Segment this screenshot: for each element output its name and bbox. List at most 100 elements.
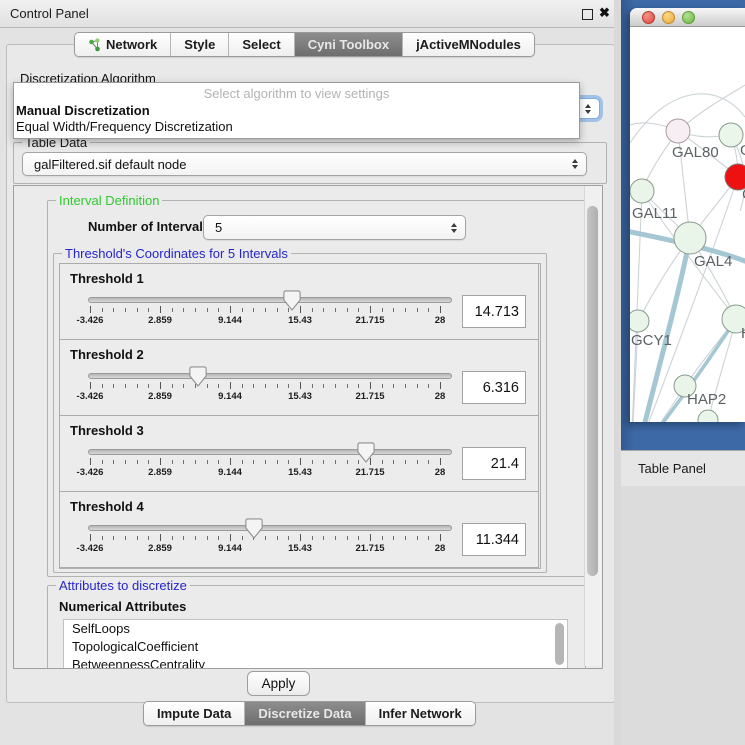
node-label: HAP2 (687, 391, 726, 408)
slider-track[interactable] (88, 449, 452, 455)
tab-discretize-data[interactable]: Discretize Data (245, 702, 365, 725)
combo-arrows-icon (585, 104, 591, 114)
slider-tick (218, 384, 219, 388)
network-node[interactable] (630, 179, 654, 203)
zoom-traffic-light-icon[interactable] (682, 11, 695, 24)
slider-handle[interactable] (189, 366, 207, 387)
slider-tick (277, 308, 278, 312)
slider-tick-label: 2.859 (138, 315, 182, 326)
tab-jactivemnodules[interactable]: jActiveMNodules (403, 33, 534, 56)
slider-tick-label: 15.43 (278, 391, 322, 402)
control-panel-tabbar: NetworkStyleSelectCyni Toolbox jActiveMNo… (74, 32, 535, 57)
panel-split-divider[interactable] (614, 0, 621, 745)
network-canvas[interactable]: GAL80GCGAL11GAL4GCY1HHAP2 (630, 27, 745, 422)
slider-tick (207, 460, 208, 464)
slider-tick (265, 536, 266, 540)
threshold-row: Threshold 3-3.4262.8599.14415.4321.71528… (59, 415, 539, 492)
cyni-mode-tabbar: Impute Data Discretize DataInfer Network (143, 701, 476, 726)
table-panel-body: ✓ ✓ shared...na YDL19...YDL1YDR27...YDR2… (621, 486, 745, 745)
slider-tick (265, 460, 266, 464)
slider-tick (335, 536, 336, 540)
slider-tick (113, 308, 114, 312)
slider-tick (172, 384, 173, 388)
threshold-value-input[interactable]: 6.316 (462, 371, 526, 404)
slider-tick (428, 536, 429, 540)
slider-track[interactable] (88, 297, 452, 303)
slider-tick-label: -3.426 (68, 391, 112, 402)
slider-tick (148, 384, 149, 388)
node-label: GAL80 (672, 144, 719, 161)
slider-tick (393, 460, 394, 464)
algorithm-placeholder-option[interactable]: Select algorithm to view settings (14, 86, 579, 101)
threshold-rows-container: Threshold 1-3.4262.8599.14415.4321.71528… (59, 263, 541, 569)
slider-tick (242, 384, 243, 388)
network-edge[interactable] (631, 191, 642, 422)
attribute-list-item[interactable]: BetweennessCentrality (64, 656, 567, 669)
tab-infer-network[interactable]: Infer Network (366, 702, 475, 725)
slider-tick (393, 536, 394, 540)
tab-network[interactable]: Network (75, 33, 171, 56)
attribute-list-item[interactable]: SelfLoops (64, 620, 567, 638)
slider-track[interactable] (88, 373, 452, 379)
network-node[interactable] (674, 222, 706, 254)
slider-tick-label: -3.426 (68, 315, 112, 326)
numerical-attributes-list: SelfLoopsTopologicalCoefficientBetweenne… (63, 619, 568, 669)
table-panel-titlebar: Table Panel (621, 450, 745, 487)
numerical-attributes-label: Numerical Attributes (59, 599, 186, 614)
slider-tick (288, 384, 289, 388)
table-data-combo[interactable]: galFiltered.sif default node (22, 152, 587, 176)
slider-handle[interactable] (245, 518, 263, 539)
slider-tick (440, 382, 441, 389)
threshold-value-input[interactable]: 14.713 (462, 295, 526, 328)
slider-tick (393, 384, 394, 388)
slider-tick (405, 460, 406, 464)
slider-tick (207, 536, 208, 540)
slider-track[interactable] (88, 525, 452, 531)
algorithm-option[interactable]: Equal Width/Frequency Discretization (16, 119, 233, 134)
close-traffic-light-icon[interactable] (642, 11, 655, 24)
tab-label: jActiveMNodules (416, 37, 521, 52)
network-view-window: GAL80GCGAL11GAL4GCY1HHAP2 (630, 8, 745, 422)
slider-tick (230, 382, 231, 389)
slider-tick (230, 534, 231, 541)
slider-tick (417, 384, 418, 388)
number-of-intervals-combo[interactable]: 5 (203, 215, 466, 240)
tab-label: Impute Data (157, 706, 231, 721)
threshold-value-input[interactable]: 21.4 (462, 447, 526, 480)
tab-style[interactable]: Style (171, 33, 229, 56)
tab-cyni-toolbox[interactable]: Cyni Toolbox (295, 33, 403, 56)
network-node[interactable] (698, 410, 718, 422)
slider-tick (417, 536, 418, 540)
slider-tick (405, 308, 406, 312)
slider-tick-label: 9.144 (208, 467, 252, 478)
node-label: H (741, 325, 745, 342)
threshold-value-input[interactable]: 11.344 (462, 523, 526, 556)
slider-tick (405, 384, 406, 388)
slider-tick (113, 536, 114, 540)
slider-tick (312, 536, 313, 540)
slider-tick (300, 458, 301, 465)
minimize-traffic-light-icon[interactable] (662, 11, 675, 24)
slider-tick (382, 308, 383, 312)
network-node[interactable] (630, 310, 649, 332)
settings-scrollbar-thumb[interactable] (587, 206, 598, 576)
attributes-list-scrollbar[interactable] (555, 623, 564, 665)
tab-impute-data[interactable]: Impute Data (144, 702, 245, 725)
algorithm-option[interactable]: Manual Discretization (16, 103, 150, 118)
slider-tick (137, 460, 138, 464)
attribute-list-item[interactable]: TopologicalCoefficient (64, 638, 567, 656)
slider-tick (347, 536, 348, 540)
tab-select[interactable]: Select (229, 33, 294, 56)
slider-handle[interactable] (357, 442, 375, 463)
float-window-icon[interactable] (582, 9, 593, 20)
close-icon[interactable]: ✖ (599, 5, 610, 21)
slider-tick (218, 460, 219, 464)
slider-tick (382, 536, 383, 540)
network-node[interactable] (666, 119, 690, 143)
apply-button[interactable]: Apply (247, 671, 310, 696)
slider-tick (312, 384, 313, 388)
slider-tick-label: 15.43 (278, 543, 322, 554)
slider-tick (323, 384, 324, 388)
threshold-label: Threshold 4 (70, 499, 144, 514)
slider-handle[interactable] (283, 290, 301, 311)
